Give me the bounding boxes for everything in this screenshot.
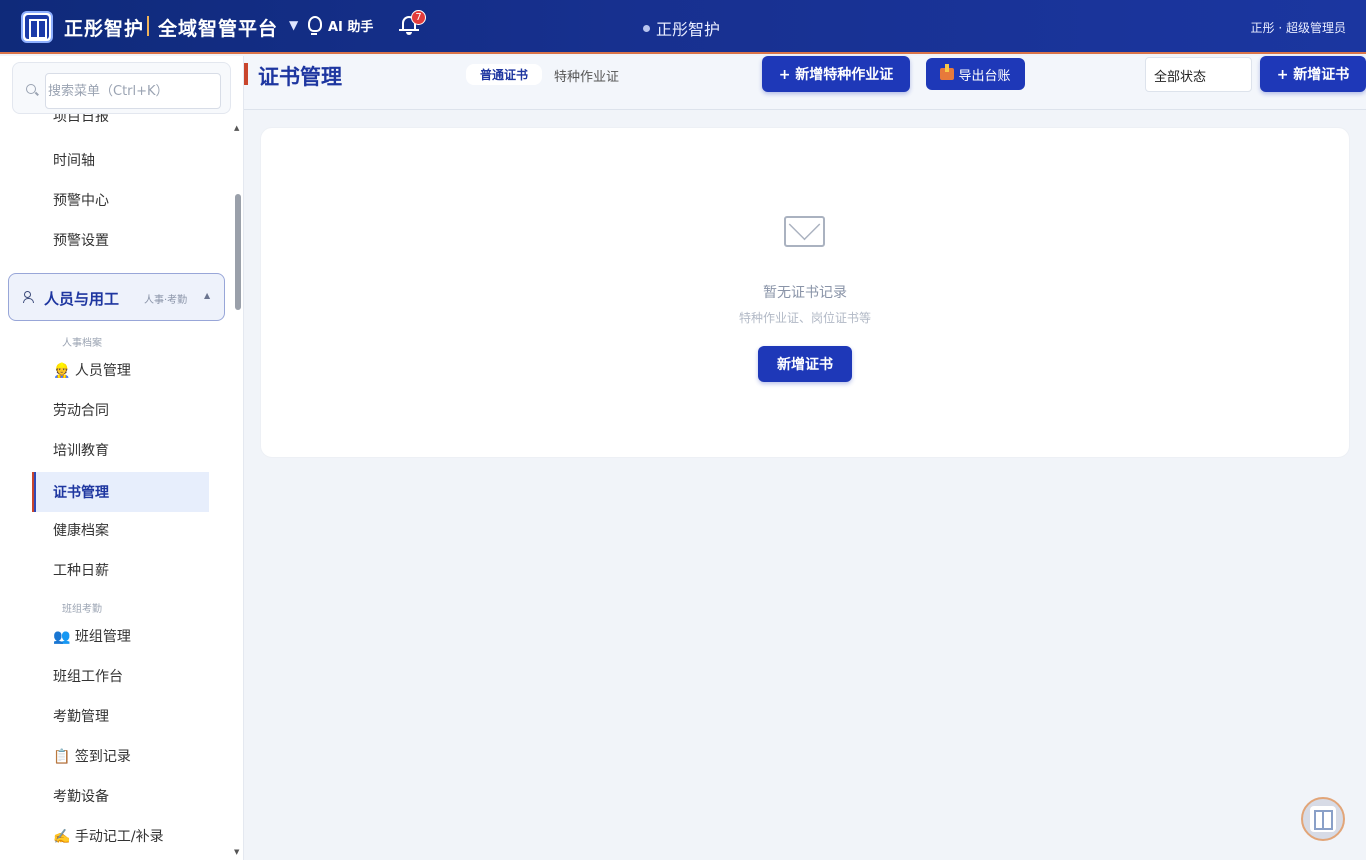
- sidebar-item-daily-wage[interactable]: 工种日薪: [53, 561, 109, 581]
- status-dot-icon: [643, 24, 650, 32]
- floating-assistant-logo-icon[interactable]: [1301, 797, 1345, 841]
- group-label-hr-records: 人事档案: [62, 338, 102, 349]
- scroll-down-icon[interactable]: ▼: [234, 848, 239, 856]
- search-box: [12, 62, 231, 114]
- search-icon: [26, 84, 36, 94]
- empty-state-subtitle: 特种作业证、岗位证书等: [738, 311, 871, 325]
- sidebar-item-health-records[interactable]: 健康档案: [53, 521, 109, 541]
- brand-name: 正彤智护: [64, 18, 145, 40]
- export-ledger-label: 导出台账: [958, 68, 1011, 84]
- sidebar-item-label: 证书管理: [53, 485, 109, 501]
- empty-state-title: 暂无证书记录: [763, 285, 847, 301]
- sidebar-item-timeline[interactable]: 时间轴: [53, 151, 95, 171]
- status-filter-select[interactable]: 全部状态: [1145, 57, 1252, 92]
- export-tray-icon: [940, 64, 955, 80]
- sidebar-item-team-management[interactable]: 👥 班组管理: [53, 627, 131, 647]
- sidebar-item-alert-center[interactable]: 预警中心: [53, 191, 109, 211]
- sidebar-item-team-workbench[interactable]: 班组工作台: [53, 667, 123, 687]
- group-label-team-attendance: 班组考勤: [62, 604, 102, 615]
- sidebar-item-manual-entry[interactable]: ✍️ 手动记工/补录: [53, 827, 164, 847]
- add-special-certificate-button[interactable]: + 新增特种作业证: [762, 56, 910, 92]
- export-ledger-button[interactable]: 导出台账: [926, 58, 1025, 90]
- empty-add-certificate-button[interactable]: 新增证书: [758, 346, 852, 382]
- app-logo-icon[interactable]: [21, 11, 53, 43]
- sidebar-item-attendance-devices[interactable]: 考勤设备: [53, 787, 109, 807]
- ai-assistant-label: AI 助手: [328, 19, 374, 35]
- menu-search-input[interactable]: [45, 73, 221, 109]
- center-title-text: 正彤智护: [656, 20, 721, 39]
- tab-regular-certificates[interactable]: 普通证书: [466, 64, 542, 85]
- envelope-icon: [784, 216, 825, 247]
- sidebar-item-attendance-management[interactable]: 考勤管理: [53, 707, 109, 727]
- user-info[interactable]: 正彤 · 超级管理员: [1251, 19, 1346, 36]
- brand-divider: [147, 16, 149, 36]
- sidebar-item-alert-settings[interactable]: 预警设置: [53, 231, 109, 251]
- sidebar-item-labor-contract[interactable]: 劳动合同: [53, 401, 109, 421]
- tab-special-operation-certificates[interactable]: 特种作业证: [554, 66, 619, 85]
- add-certificate-button[interactable]: + 新增证书: [1260, 56, 1366, 92]
- sidebar: ▲ ▼ 项目日报 时间轴 预警中心 预警设置 人员与用工 人事·考勤 ▲ 人事档…: [0, 56, 244, 860]
- ai-assistant-button[interactable]: AI 助手: [306, 14, 373, 36]
- sidebar-item-training[interactable]: 培训教育: [53, 441, 109, 461]
- top-header: 正彤智护 全域智管平台 ▼ AI 助手 7 正彤智护 正彤 · 超级管理员: [0, 0, 1366, 54]
- platform-dropdown-icon[interactable]: ▼: [289, 18, 298, 32]
- page-title: 证书管理: [258, 65, 342, 89]
- scroll-up-icon[interactable]: ▲: [234, 124, 239, 132]
- title-accent-bar: [244, 63, 248, 85]
- sidebar-item-checkin-records[interactable]: 📋 签到记录: [53, 747, 131, 767]
- sidebar-item-certificate-management[interactable]: 证书管理: [32, 472, 209, 512]
- notification-badge: 7: [411, 10, 426, 25]
- sidebar-item-personnel-management[interactable]: 👷 人员管理: [53, 361, 131, 381]
- platform-name: 全域智管平台: [158, 18, 279, 40]
- sidebar-item-project-daily[interactable]: 项目日报: [53, 114, 109, 126]
- lightbulb-icon: [306, 14, 322, 36]
- header-center-title: 正彤智护: [643, 16, 720, 40]
